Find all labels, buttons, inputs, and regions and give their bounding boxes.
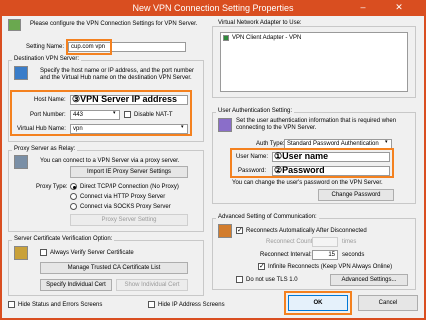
hide-ip-checkbox[interactable] [148,301,155,308]
always-verify-label: Always Verify Server Certificate [50,250,134,256]
proxy-group-label: Proxy Server as Relay: [12,146,78,152]
radio-http-label: Connect via HTTP Proxy Server [80,194,166,200]
disable-nat-label: Disable NAT-T [134,112,173,118]
auth-desc-1: Set the user authentication information … [236,118,397,124]
radio-socks[interactable] [70,203,77,210]
user-name-annotation: ①User name [274,151,329,161]
infinite-reconnect-checkbox[interactable] [258,262,265,270]
hide-status-label: Hide Status and Errors Screens [18,302,103,308]
communication-icon [218,224,232,238]
minimize-icon[interactable]: – [354,0,372,16]
advanced-group-label: Advanced Setting of Communication: [216,214,319,220]
setting-name-highlight [66,39,112,55]
close-icon[interactable]: ✕ [384,0,414,16]
certificate-icon [14,246,28,260]
change-password-button[interactable]: Change Password [318,189,394,201]
reconnect-count-label: Reconnect Count: [266,239,315,245]
password-label: Password: [238,168,267,174]
always-verify-checkbox[interactable] [40,249,47,256]
radio-http[interactable] [70,193,77,200]
change-password-note: You can change the user's password on th… [232,180,383,186]
password-annotation: ②Password [274,165,325,175]
destination-desc-1: Specify the host name or IP address, and… [40,68,194,74]
auth-desc-2: connecting to the VPN Server. [236,125,317,131]
hide-status-checkbox[interactable] [8,301,15,308]
chevron-down-icon[interactable]: ▾ [181,124,184,130]
reconnect-checkbox[interactable] [236,226,243,234]
radio-direct-label: Direct TCP/IP Connection (No Proxy) [80,184,179,190]
reconnect-interval-unit: seconds [342,252,365,258]
server-icon [14,66,28,80]
tls-checkbox[interactable] [236,276,243,283]
show-cert-button[interactable]: Show Individual Cert [116,279,188,291]
network-adapter-icon [223,35,229,41]
cancel-button[interactable]: Cancel [358,295,418,311]
tls-label: Do not use TLS 1.0 [246,277,298,283]
destination-group-label: Destination VPN Server: [12,56,82,62]
proxy-type-label: Proxy Type: [36,184,68,190]
hub-name-select[interactable]: vpn [70,124,188,134]
reconnect-label: Reconnects Automatically After Disconnec… [246,228,367,234]
vpn-setting-icon [8,19,21,31]
adapter-group-label: Virtual Network Adapter to Use: [216,20,304,26]
radio-direct[interactable] [70,183,77,190]
user-name-label: User Name: [236,154,269,160]
host-name-label: Host Name: [34,97,66,103]
disable-nat-checkbox[interactable] [124,111,131,118]
infinite-reconnect-label: Infinite Reconnects (Keep VPN Always Onl… [268,264,393,270]
manage-ca-button[interactable]: Manage Trusted CA Certificate List [40,262,188,274]
port-number-label: Port Number: [30,112,66,118]
hide-ip-label: Hide IP Address Screens [158,302,225,308]
intro-text: Please configure the VPN Connection Sett… [30,21,198,27]
ok-button[interactable]: OK [288,295,348,311]
proxy-icon [14,155,28,169]
hub-name-label: Virtual Hub Name: [17,126,66,132]
destination-desc-2: and the Virtual Hub name on the destinat… [40,75,192,81]
adapter-item[interactable]: VPN Client Adapter - VPN [232,35,301,41]
chevron-down-icon[interactable]: ▾ [385,139,388,145]
reconnect-interval-input[interactable]: 15 [312,250,338,260]
radio-socks-label: Connect via SOCKS Proxy Server [80,204,171,210]
cert-group-label: Server Certificate Verification Option: [12,236,115,242]
reconnect-interval-label: Reconnect Interval: [260,252,312,258]
advanced-settings-button[interactable]: Advanced Settings... [330,274,408,286]
adapter-list[interactable] [220,32,408,92]
auth-group-label: User Authentication Setting: [216,108,295,114]
setting-name-label: Setting Name: [26,44,65,50]
auth-type-label: Auth Type: [256,141,285,147]
specify-cert-button[interactable]: Specify Individual Cert [40,279,112,291]
proxy-settings-button[interactable]: Proxy Server Setting [70,214,188,226]
proxy-desc: You can connect to a VPN Server via a pr… [40,158,180,164]
chevron-down-icon[interactable]: ▾ [113,110,116,116]
host-name-annotation: ③VPN Server IP address [72,94,177,104]
reconnect-count-input[interactable] [312,237,338,247]
import-ie-proxy-button[interactable]: Import IE Proxy Server Settings [70,166,188,178]
user-icon [218,118,232,132]
reconnect-count-unit: times [342,239,357,245]
